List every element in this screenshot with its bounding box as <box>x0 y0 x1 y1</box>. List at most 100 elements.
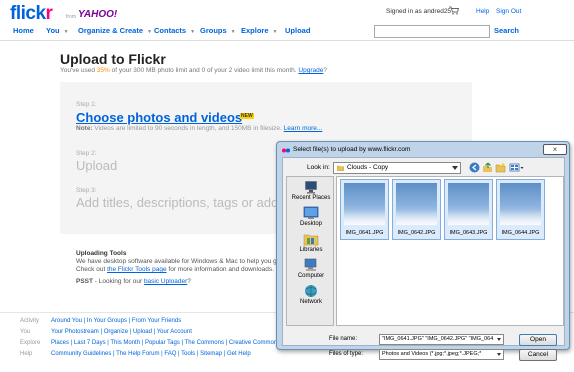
logo-from-text: from <box>66 14 76 20</box>
folder-icon <box>337 165 344 171</box>
place-network[interactable]: Network <box>287 284 335 305</box>
nav-you-label: You <box>46 26 60 35</box>
chevron-down-icon[interactable]: ▼ <box>190 29 195 35</box>
new-badge: NEW <box>240 113 254 119</box>
chevron-down-icon[interactable]: ▼ <box>64 29 69 35</box>
tools-line2: Check out the Flickr Tools page for more… <box>76 266 274 273</box>
network-icon <box>305 285 317 297</box>
place-desktop[interactable]: Desktop <box>287 206 335 227</box>
nav-contacts[interactable]: Contacts ▼ <box>154 26 195 35</box>
file-type-select[interactable]: Photos and Videos (*.jpg;*.jpeg;*.JPEG;* <box>379 349 504 360</box>
nav-organize[interactable]: Organize & Create ▼ <box>78 26 152 35</box>
chevron-down-icon[interactable] <box>497 353 501 356</box>
file-name-label: File name: <box>329 336 358 342</box>
file-name: IMG_0643.JPG <box>449 230 488 236</box>
file-thumbnail[interactable]: IMG_0644.JPG <box>496 179 545 240</box>
nav-explore-label: Explore <box>241 26 269 35</box>
close-button[interactable]: × <box>543 144 567 155</box>
note-text: Videos are limited to 90 seconds in leng… <box>92 125 284 132</box>
cloud-overlay <box>448 210 489 225</box>
new-folder-icon[interactable] <box>495 162 506 173</box>
search-input[interactable] <box>374 25 490 38</box>
step2-label: Step 2: <box>76 150 97 157</box>
footer-links-explore[interactable]: Places | Last 7 Days | This Month | Popu… <box>51 340 304 346</box>
psst-text: - Looking for our <box>92 278 144 285</box>
file-name: IMG_0641.JPG <box>345 230 384 236</box>
logo-r: r <box>45 3 53 24</box>
nav-explore[interactable]: Explore ▼ <box>241 26 277 35</box>
basic-uploader-link[interactable]: basic Uploader <box>144 278 187 285</box>
nav-you[interactable]: You ▼ <box>46 26 69 35</box>
file-upload-dialog: Select file(s) to upload by www.flickr.c… <box>276 141 570 361</box>
file-name-field[interactable]: "IMG_0641.JPG" "IMG_0642.JPG" "IMG_064 <box>379 334 504 345</box>
footer-label-explore: Explore <box>20 340 41 346</box>
up-folder-icon[interactable] <box>482 162 493 173</box>
signed-in-text: Signed in as andred25 <box>386 8 452 15</box>
nav-contacts-label: Contacts <box>154 26 187 35</box>
uploading-tools-heading: Uploading Tools <box>76 250 127 257</box>
cancel-button[interactable]: Cancel <box>519 349 557 361</box>
view-menu-icon[interactable] <box>509 162 524 173</box>
help-link[interactable]: Help <box>476 8 489 15</box>
footer-label-you: You <box>20 329 31 335</box>
step3-text: Add titles, descriptions, tags or add <box>76 195 279 210</box>
step1-label: Step 1: <box>76 101 97 108</box>
libraries-icon <box>303 234 319 246</box>
look-in-value: Clouds - Copy <box>347 164 389 171</box>
chevron-down-icon[interactable]: ▼ <box>273 29 278 35</box>
open-button[interactable]: Open <box>519 334 557 346</box>
file-name: IMG_0644.JPG <box>501 230 540 236</box>
psst-bold: PSST <box>76 278 93 285</box>
quota-text: You've used 35% of your 300 MB photo lim… <box>60 67 327 74</box>
recent-places-icon <box>305 181 317 194</box>
nav-groups[interactable]: Groups ▼ <box>200 26 236 35</box>
flickr-tools-link[interactable]: the Flickr Tools page <box>107 266 167 273</box>
footer-links-activity[interactable]: Around You | In Your Groups | From Your … <box>51 318 181 324</box>
choose-photos-link[interactable]: Choose photos and videos <box>76 110 242 125</box>
place-recent-places[interactable]: Recent Places <box>287 180 335 201</box>
place-label: Recent Places <box>291 195 331 201</box>
cloud-overlay <box>344 210 385 225</box>
file-name: IMG_0642.JPG <box>397 230 436 236</box>
nav-upload[interactable]: Upload <box>285 26 310 35</box>
chevron-down-icon[interactable] <box>497 338 501 341</box>
step1-note: Note: Videos are limited to 90 seconds i… <box>76 125 322 132</box>
back-icon[interactable] <box>469 162 480 173</box>
chevron-down-icon[interactable]: ▼ <box>147 29 152 35</box>
chevron-down-icon[interactable] <box>452 166 458 170</box>
nav-home-label: Home <box>13 26 34 35</box>
flash-dots-icon <box>282 148 290 153</box>
quota-percent: 35% <box>96 67 110 74</box>
file-thumbnail[interactable]: IMG_0642.JPG <box>392 179 441 240</box>
place-computer[interactable]: Computer <box>287 258 335 279</box>
psst-end: ? <box>187 278 191 285</box>
nav-upload-label: Upload <box>285 26 311 35</box>
yahoo-logo: YAHOO! <box>78 9 118 20</box>
place-libraries[interactable]: Libraries <box>287 232 335 253</box>
look-in-label: Look in: <box>307 164 330 171</box>
sign-out-link[interactable]: Sign Out <box>496 8 521 15</box>
look-in-dropdown[interactable]: Clouds - Copy <box>333 162 461 174</box>
footer-links-help[interactable]: Community Guidelines | The Help Forum | … <box>51 351 251 357</box>
search-button[interactable]: Search <box>494 26 519 35</box>
page-title: Upload to Flickr <box>60 51 166 67</box>
flickr-logo[interactable]: flickr <box>10 3 53 24</box>
chevron-down-icon[interactable]: ▼ <box>231 29 236 35</box>
tools-line2-suffix: for more information and downloads. <box>166 266 274 273</box>
learn-more-link[interactable]: Learn more... <box>284 125 323 132</box>
file-list: IMG_0641.JPG IMG_0642.JPG IMG_0643.JPG I… <box>336 176 564 326</box>
quota-prefix: You've used <box>60 67 97 74</box>
quota-suffix: of your 300 MB photo limit and 0 of your… <box>109 67 299 74</box>
cart-icon[interactable] <box>449 6 459 15</box>
footer-links-you[interactable]: Your Photostream | Organize | Upload | Y… <box>51 329 192 335</box>
step2-upload-text: Upload <box>76 158 118 173</box>
nav-groups-label: Groups <box>200 26 227 35</box>
dialog-title: Select file(s) to upload by www.flickr.c… <box>293 146 411 153</box>
places-bar: Recent Places Desktop Libraries Computer… <box>286 176 334 326</box>
file-thumbnail[interactable]: IMG_0641.JPG <box>340 179 389 240</box>
file-thumbnail[interactable]: IMG_0643.JPG <box>444 179 493 240</box>
place-label: Network <box>299 299 322 305</box>
nav-home[interactable]: Home <box>13 26 34 35</box>
upgrade-link[interactable]: Upgrade <box>298 67 323 74</box>
dialog-body: Look in: Clouds - Copy Recent Places Des… <box>282 157 565 361</box>
